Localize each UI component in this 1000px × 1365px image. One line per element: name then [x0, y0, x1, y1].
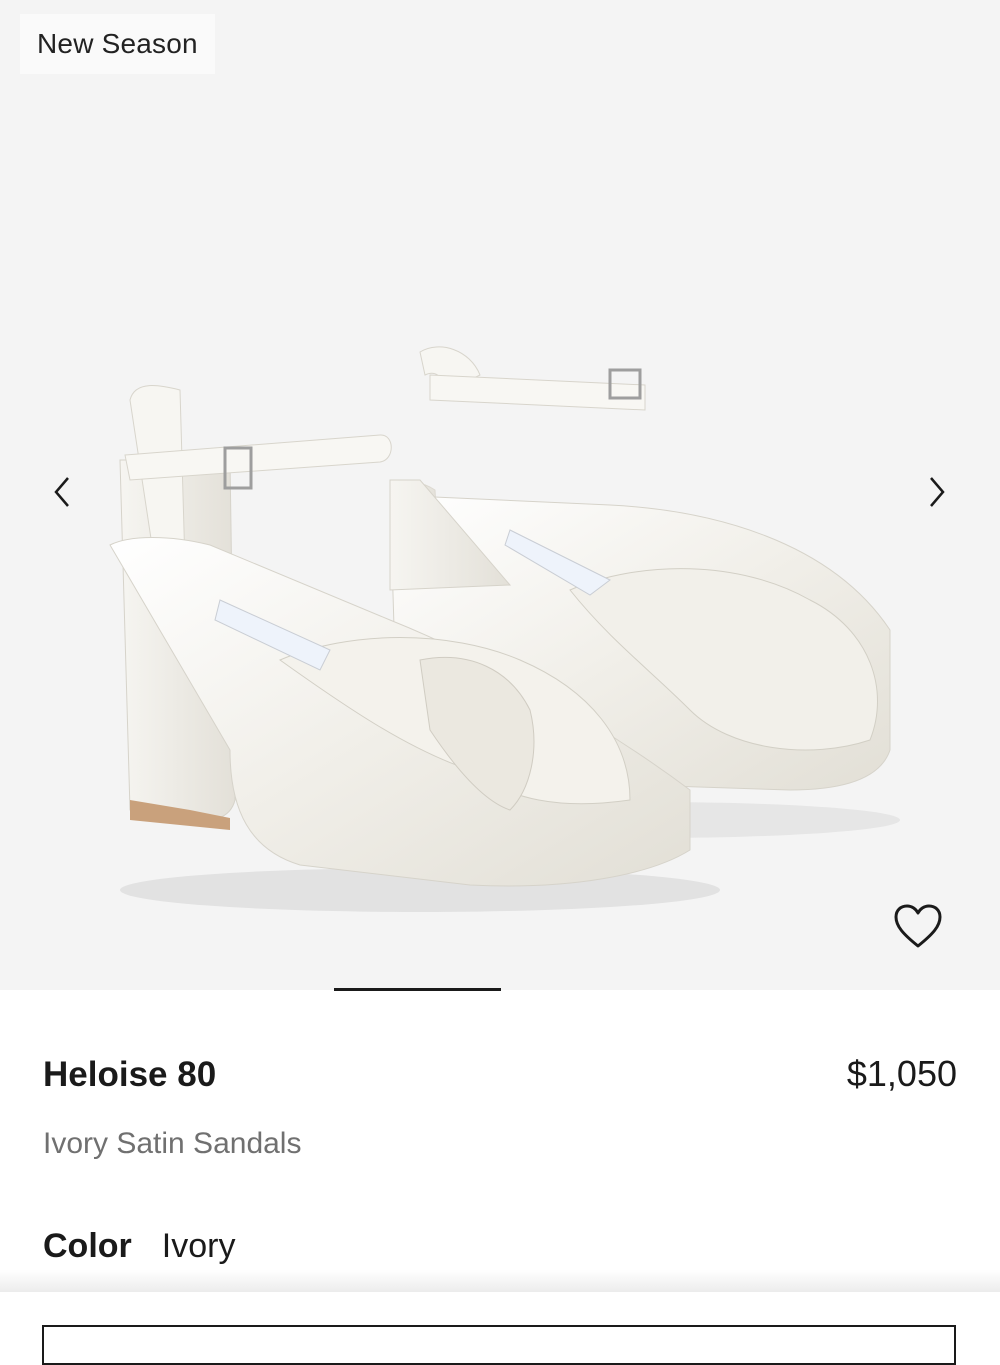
previous-image-button[interactable]	[40, 470, 84, 514]
product-price: $1,050	[846, 1053, 957, 1094]
section-divider	[0, 1270, 1000, 1292]
chevron-right-icon	[930, 477, 945, 507]
chevron-left-icon	[54, 477, 69, 507]
badge-label: New Season	[37, 28, 198, 59]
color-value: Ivory	[161, 1227, 236, 1265]
wishlist-button[interactable]	[888, 896, 948, 956]
heart-outline-icon	[894, 904, 942, 948]
product-image	[109, 346, 900, 912]
size-select[interactable]	[42, 1325, 956, 1365]
color-row: Color Ivory	[43, 1227, 235, 1266]
product-subtitle: Ivory Satin Sandals	[43, 1127, 302, 1160]
product-gallery[interactable]: New Season	[0, 0, 1000, 990]
new-season-badge: New Season	[20, 14, 215, 74]
color-label: Color	[43, 1227, 132, 1265]
next-image-button[interactable]	[915, 470, 959, 514]
product-info: Heloise 80 $1,050 Ivory Satin Sandals Co…	[0, 991, 1000, 1365]
product-name: Heloise 80	[43, 1055, 217, 1094]
